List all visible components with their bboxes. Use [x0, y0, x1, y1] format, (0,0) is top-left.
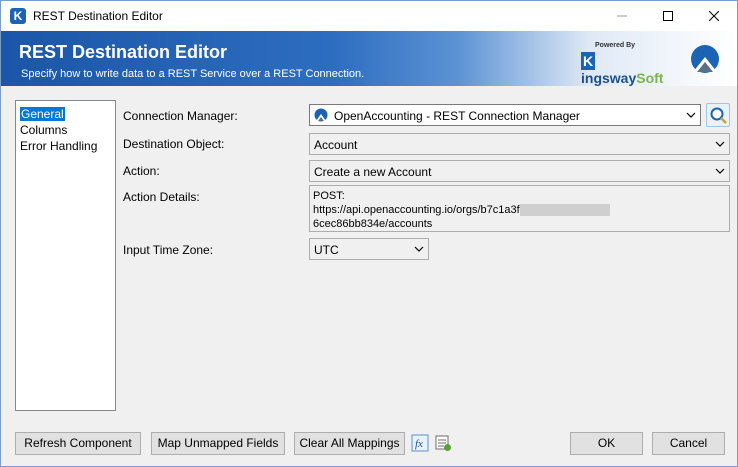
refresh-component-button[interactable]: Refresh Component	[15, 432, 141, 455]
minimize-button[interactable]	[599, 1, 645, 31]
connection-manager-value: OpenAccounting - REST Connection Manager	[334, 109, 580, 123]
minimize-icon	[617, 15, 627, 17]
action-details-label: Action Details:	[123, 190, 200, 204]
mapping-grid-icon[interactable]	[434, 434, 452, 452]
search-icon	[710, 107, 727, 124]
action-label: Action:	[123, 164, 160, 178]
time-zone-select[interactable]: UTC	[309, 238, 429, 260]
chevron-down-icon	[715, 168, 725, 174]
svg-text:fx: fx	[415, 438, 423, 450]
nav-item-error-handling[interactable]: Error Handling	[16, 138, 115, 154]
header-banner: REST Destination Editor Specify how to w…	[1, 31, 737, 86]
clear-all-mappings-button[interactable]: Clear All Mappings	[294, 432, 405, 455]
expression-fx-icon[interactable]: fx	[411, 434, 429, 452]
action-details-box: POST: https://api.openaccounting.io/orgs…	[309, 185, 730, 232]
destination-object-select[interactable]: Account	[309, 133, 730, 155]
nav-list: General Columns Error Handling	[15, 100, 116, 411]
banner-subtitle: Specify how to write data to a REST Serv…	[21, 68, 365, 80]
map-unmapped-fields-button[interactable]: Map Unmapped Fields	[151, 432, 285, 455]
chevron-down-icon	[715, 141, 725, 147]
title-bar: K REST Destination Editor	[1, 1, 737, 31]
close-button[interactable]	[691, 1, 737, 31]
action-value: Create a new Account	[314, 165, 432, 179]
action-details-method: POST:	[313, 190, 345, 202]
destination-object-value: Account	[314, 138, 358, 152]
action-details-url: https://api.openaccounting.io/orgs/b7c1a…	[313, 203, 726, 231]
openaccounting-logo-icon	[691, 45, 719, 73]
chevron-down-icon	[686, 112, 696, 118]
kingswaysoft-logo: Powered By KingswaySoft	[581, 40, 671, 86]
window-title: REST Destination Editor	[33, 9, 163, 23]
editor-window: K REST Destination Editor REST Destinati…	[0, 0, 738, 467]
chevron-down-icon	[414, 246, 424, 252]
brand-powered-by: Powered By	[595, 42, 636, 49]
cancel-button[interactable]: Cancel	[652, 432, 725, 455]
maximize-button[interactable]	[645, 1, 691, 31]
action-select[interactable]: Create a new Account	[309, 160, 730, 182]
connection-manager-select[interactable]: OpenAccounting - REST Connection Manager	[309, 104, 701, 126]
connection-icon	[314, 108, 328, 122]
nav-item-general[interactable]: General	[16, 106, 115, 122]
close-icon	[709, 11, 719, 21]
time-zone-label: Input Time Zone:	[123, 243, 214, 257]
browse-connection-button[interactable]	[706, 103, 730, 127]
banner-title: REST Destination Editor	[19, 42, 228, 62]
destination-object-label: Destination Object:	[123, 137, 225, 151]
redacted-block	[519, 204, 610, 217]
nav-item-columns[interactable]: Columns	[16, 122, 115, 138]
ok-button[interactable]: OK	[570, 432, 643, 455]
maximize-icon	[663, 11, 673, 21]
time-zone-value: UTC	[314, 243, 339, 257]
connection-manager-label: Connection Manager:	[123, 109, 238, 123]
app-icon: K	[10, 8, 26, 24]
brand-name: KingswaySoft	[581, 52, 664, 86]
